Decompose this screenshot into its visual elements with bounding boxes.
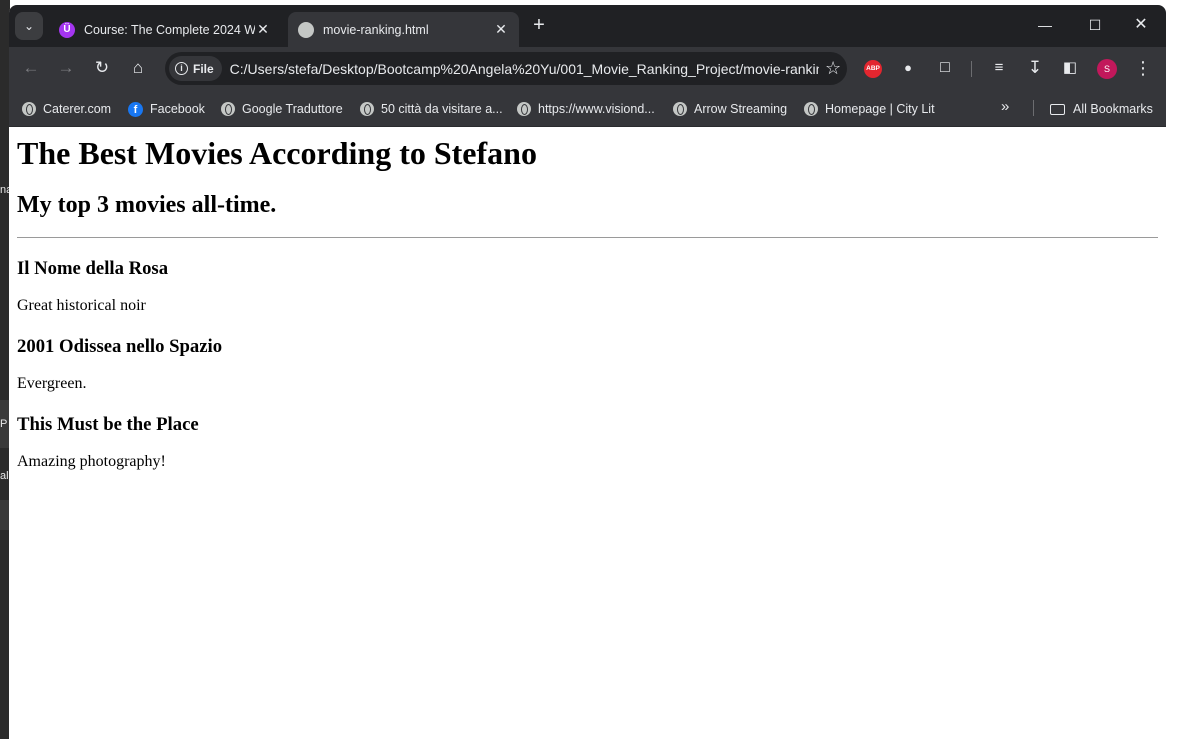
- bookmark-arrow-streaming[interactable]: Arrow Streaming: [673, 99, 787, 119]
- globe-icon: [221, 102, 235, 116]
- bookmark-label: Google Traduttore: [242, 102, 343, 116]
- menu-kebab-icon[interactable]: ⋮: [1130, 55, 1156, 81]
- toolbar: ← → ↻ ⌂ i File C:/Users/stefa/Desktop/Bo…: [9, 47, 1166, 89]
- bookmarks-bar: Caterer.com f Facebook Google Traduttore…: [9, 89, 1166, 127]
- address-bar[interactable]: i File C:/Users/stefa/Desktop/Bootcamp%2…: [165, 52, 847, 85]
- movie-title: This Must be the Place: [17, 414, 199, 435]
- reload-button[interactable]: ↻: [89, 55, 115, 81]
- movie-title: Il Nome della Rosa: [17, 258, 169, 279]
- downloads-icon[interactable]: ↧: [1022, 55, 1048, 81]
- tab-course[interactable]: Ü Course: The Complete 2024 Web ✕: [49, 12, 281, 47]
- bookmark-visiond[interactable]: https://www.visiond...: [517, 99, 655, 119]
- bookmark-label: Facebook: [150, 102, 205, 116]
- globe-icon: [804, 102, 818, 116]
- forward-button[interactable]: →: [53, 55, 79, 81]
- globe-icon: [517, 102, 531, 116]
- tab-title: movie-ranking.html: [323, 22, 429, 37]
- globe-icon: [298, 21, 314, 38]
- udemy-icon: Ü: [59, 21, 75, 38]
- close-icon[interactable]: ✕: [255, 21, 271, 38]
- bookmark-star-icon[interactable]: ☆: [819, 58, 847, 79]
- extensions-puzzle-icon[interactable]: □: [932, 55, 958, 81]
- toolbar-divider: [971, 61, 972, 77]
- folder-icon: [1050, 103, 1065, 115]
- bookmark-label: https://www.visiond...: [538, 102, 655, 116]
- bookmark-city-lit[interactable]: Homepage | City Lit: [804, 99, 935, 119]
- adblock-plus-icon[interactable]: ABP: [864, 60, 882, 78]
- close-icon[interactable]: ✕: [493, 21, 509, 38]
- divider: [17, 237, 1158, 238]
- maximize-button[interactable]: ☐: [1072, 11, 1118, 39]
- bookmark-label: Homepage | City Lit: [825, 102, 935, 116]
- home-button[interactable]: ⌂: [125, 55, 151, 81]
- tab-strip: ⌄ Ü Course: The Complete 2024 Web ✕ movi…: [9, 5, 1166, 47]
- url-text[interactable]: C:/Users/stefa/Desktop/Bootcamp%20Angela…: [230, 61, 819, 77]
- bookmarks-divider: [1033, 100, 1034, 116]
- bookmark-google-traduttore[interactable]: Google Traduttore: [221, 99, 343, 119]
- bookmark-facebook[interactable]: f Facebook: [128, 99, 205, 119]
- bookmark-caterer[interactable]: Caterer.com: [22, 99, 111, 119]
- bookmark-label: Arrow Streaming: [694, 102, 788, 116]
- scheme-label: File: [193, 61, 214, 76]
- tab-movie-ranking[interactable]: movie-ranking.html ✕: [288, 12, 519, 47]
- tab-search-button[interactable]: ⌄: [15, 12, 43, 40]
- movie-description: Evergreen.: [17, 375, 87, 392]
- media-controls-icon[interactable]: ≡: [986, 55, 1012, 81]
- bookmark-label: 50 città da visitare a...: [381, 102, 503, 116]
- side-panel-icon[interactable]: ◧: [1057, 55, 1083, 81]
- bookmark-label: Caterer.com: [43, 102, 112, 116]
- page-subtitle: My top 3 movies all-time.: [17, 192, 277, 218]
- movie-title: 2001 Odissea nello Spazio: [17, 336, 223, 357]
- back-button[interactable]: ←: [18, 55, 44, 81]
- minimize-button[interactable]: —: [1022, 11, 1068, 39]
- globe-icon: [360, 102, 374, 116]
- new-tab-button[interactable]: +: [527, 14, 551, 38]
- site-info-chip[interactable]: i File: [169, 56, 222, 81]
- page-content: The Best Movies According to Stefano My …: [9, 127, 1166, 739]
- bookmark-50-citta[interactable]: 50 città da visitare a...: [360, 99, 503, 119]
- close-window-button[interactable]: ✕: [1118, 11, 1164, 39]
- background-text: P: [0, 418, 8, 430]
- all-bookmarks-label: All Bookmarks: [1073, 102, 1153, 116]
- globe-icon: [673, 102, 687, 116]
- globe-icon: [22, 102, 36, 116]
- info-icon: i: [175, 62, 188, 75]
- chevron-down-icon: ⌄: [23, 19, 35, 33]
- profile-avatar[interactable]: S: [1097, 59, 1117, 79]
- movie-description: Amazing photography!: [17, 453, 166, 470]
- more-bookmarks-icon[interactable]: »: [1001, 98, 1009, 115]
- facebook-icon: f: [128, 101, 143, 117]
- tab-title: Course: The Complete 2024 Web: [84, 22, 255, 37]
- page-title: The Best Movies According to Stefano: [17, 135, 537, 171]
- movie-description: Great historical noir: [17, 297, 146, 314]
- browser-window: ⌄ Ü Course: The Complete 2024 Web ✕ movi…: [9, 5, 1166, 739]
- extension-icon[interactable]: ●: [895, 55, 921, 81]
- all-bookmarks-button[interactable]: All Bookmarks: [1050, 99, 1153, 119]
